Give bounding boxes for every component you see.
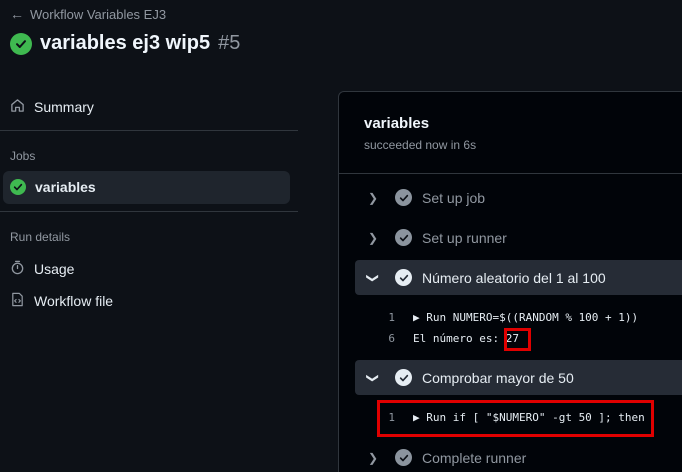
- run-title-row: variables ej3 wip5 #5: [10, 32, 240, 55]
- command-highlight-box: [377, 400, 654, 437]
- step-success-icon: [395, 369, 412, 386]
- step-success-icon: [395, 449, 412, 466]
- job-status: succeeded now in 6s: [364, 138, 477, 152]
- log-line[interactable]: 1 ▶ Run NUMERO=$((RANDOM % 100 + 1)): [365, 311, 638, 324]
- sidebar-item-label: variables: [35, 179, 96, 195]
- file-code-icon: [10, 292, 25, 310]
- log-line-number: 1: [388, 311, 395, 324]
- sidebar-divider: [0, 130, 298, 131]
- stopwatch-icon: [10, 260, 25, 278]
- job-header: variables succeeded now in 6s: [339, 92, 682, 174]
- step-complete-runner[interactable]: ❯ Complete runner: [355, 440, 682, 472]
- step-label: Set up runner: [422, 229, 507, 246]
- sidebar-item-summary[interactable]: Summary: [10, 98, 94, 116]
- sidebar-item-label: Summary: [34, 99, 94, 115]
- value-highlight-box: [504, 328, 531, 351]
- run-number: #5: [218, 32, 241, 54]
- sidebar-item-workflow-file[interactable]: Workflow file: [10, 292, 113, 310]
- sidebar-item-label: Usage: [34, 261, 75, 277]
- log-line[interactable]: 6 El número es: 27: [365, 332, 519, 345]
- chevron-right-icon: ❯: [367, 190, 379, 205]
- back-link-label: Workflow Variables EJ3: [30, 6, 167, 22]
- jobs-heading: Jobs: [10, 149, 36, 163]
- step-comprobar-mayor[interactable]: ❯ Comprobar mayor de 50: [355, 360, 682, 395]
- step-label: Número aleatorio del 1 al 100: [422, 269, 606, 286]
- step-success-icon: [395, 189, 412, 206]
- success-check-icon: [10, 179, 26, 195]
- sidebar-divider: [0, 211, 298, 212]
- home-icon: [10, 98, 25, 116]
- job-name: variables: [364, 115, 430, 132]
- sidebar-item-label: Workflow file: [34, 293, 114, 309]
- log-line-number: 6: [388, 332, 395, 345]
- log-line-text: ▶ Run NUMERO=$((RANDOM % 100 + 1)): [413, 311, 639, 324]
- step-label: Comprobar mayor de 50: [422, 369, 574, 386]
- chevron-down-icon: ❯: [366, 272, 380, 283]
- step-set-up-job[interactable]: ❯ Set up job: [355, 180, 682, 215]
- chevron-right-icon: ❯: [367, 230, 379, 245]
- back-link[interactable]: ← Workflow Variables EJ3: [10, 6, 166, 22]
- step-success-icon: [395, 229, 412, 246]
- sidebar-item-job-variables[interactable]: variables: [10, 179, 96, 195]
- step-label: Set up job: [422, 189, 486, 206]
- chevron-down-icon: ❯: [366, 372, 380, 383]
- step-label: Complete runner: [422, 449, 527, 466]
- log-line-text: El número es:: [413, 332, 506, 345]
- success-check-icon: [10, 32, 32, 55]
- step-numero-aleatorio[interactable]: ❯ Número aleatorio del 1 al 100: [355, 260, 682, 295]
- arrow-left-icon: ←: [10, 6, 24, 22]
- sidebar-item-usage[interactable]: Usage: [10, 260, 74, 278]
- step-success-icon: [395, 269, 412, 286]
- run-details-heading: Run details: [10, 230, 71, 244]
- chevron-right-icon: ❯: [367, 450, 379, 465]
- page-title: variables ej3 wip5: [40, 32, 211, 54]
- step-set-up-runner[interactable]: ❯ Set up runner: [355, 220, 682, 255]
